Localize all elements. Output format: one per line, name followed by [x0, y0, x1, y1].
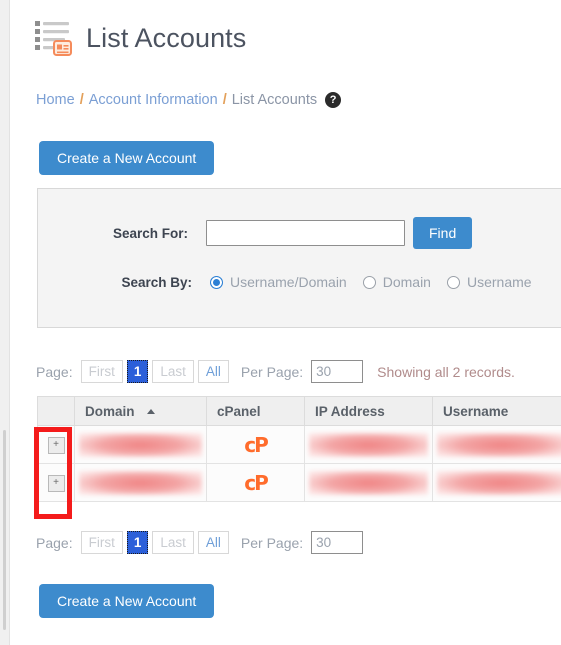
cell-expand[interactable]: + [37, 425, 75, 464]
column-header-domain-label: Domain [85, 403, 135, 419]
search-for-row: Search For: Find [92, 217, 473, 249]
table-row: + cP [37, 463, 561, 502]
redacted-value [79, 470, 202, 495]
redacted-value [437, 432, 561, 457]
column-header-username[interactable]: Username [432, 396, 561, 426]
per-page-label: Per Page: [240, 534, 304, 551]
table-header-row: Domain cPanel IP Address Username [37, 396, 561, 426]
cell-ip-address [304, 425, 433, 464]
column-header-domain[interactable]: Domain [74, 396, 207, 426]
page-label: Page: [36, 534, 73, 551]
cell-username [432, 425, 561, 464]
cell-expand[interactable]: + [37, 463, 75, 502]
radio-label: Domain [382, 274, 431, 290]
list-accounts-icon [34, 18, 72, 58]
radio-option-username-domain[interactable]: Username/Domain [210, 274, 347, 290]
cell-cpanel[interactable]: cP [206, 425, 305, 464]
redacted-value [437, 470, 561, 495]
pagination-top: Page: First 1 Last All Per Page: Showing… [36, 360, 515, 383]
create-new-account-button-top[interactable]: Create a New Account [39, 141, 215, 175]
create-new-account-button-bottom[interactable]: Create a New Account [39, 584, 215, 618]
breadcrumb-separator: / [79, 92, 84, 108]
column-header-ip-address[interactable]: IP Address [304, 396, 433, 426]
breadcrumb-item-list-accounts: List Accounts [231, 92, 318, 108]
column-header-expand [37, 396, 75, 426]
left-scroll-gutter [0, 0, 9, 645]
radio-button-icon[interactable] [446, 275, 460, 289]
list-accounts-page: List Accounts Home / Account Information… [9, 0, 561, 645]
pagination-bottom: Page: First 1 Last All Per Page: [36, 531, 364, 554]
search-for-label: Search For: [112, 225, 188, 241]
search-by-row: Search By: Username/Domain Domain Userna… [96, 274, 548, 290]
expand-row-icon[interactable]: + [47, 474, 65, 492]
search-by-label: Search By: [121, 274, 192, 290]
breadcrumb-item-home[interactable]: Home [36, 92, 75, 108]
page-all-button[interactable]: All [197, 531, 229, 554]
redacted-value [309, 432, 428, 457]
page-title: List Accounts [86, 22, 247, 53]
help-icon[interactable]: ? [325, 92, 342, 108]
sort-ascending-icon [146, 409, 155, 415]
find-button[interactable]: Find [413, 217, 473, 249]
breadcrumb: Home / Account Information / List Accoun… [36, 92, 342, 108]
redacted-value [79, 432, 202, 457]
page-current-button[interactable]: 1 [126, 531, 149, 554]
cpanel-logo-icon[interactable]: cP [244, 433, 268, 457]
page-all-button[interactable]: All [197, 360, 229, 383]
radio-option-domain[interactable]: Domain [362, 274, 431, 290]
breadcrumb-separator: / [222, 92, 227, 108]
radio-option-username[interactable]: Username [446, 274, 532, 290]
cell-domain [74, 425, 207, 464]
cell-username [432, 463, 561, 502]
redacted-value [309, 470, 428, 495]
accounts-table: Domain cPanel IP Address Username + cP +… [37, 396, 561, 502]
cpanel-logo-icon[interactable]: cP [244, 471, 268, 495]
radio-button-icon[interactable] [362, 275, 376, 289]
per-page-input[interactable] [311, 360, 364, 383]
radio-button-icon[interactable] [210, 275, 223, 289]
table-row: + cP [37, 425, 561, 464]
radio-label: Username/Domain [230, 274, 347, 290]
page-current-button[interactable]: 1 [126, 360, 149, 383]
cell-domain [74, 463, 207, 502]
radio-label: Username [466, 274, 532, 290]
page-last-button[interactable]: Last [152, 531, 194, 554]
breadcrumb-item-account-information[interactable]: Account Information [89, 92, 218, 108]
cell-ip-address [304, 463, 433, 502]
page-first-button[interactable]: First [80, 360, 123, 383]
cell-cpanel[interactable]: cP [206, 463, 305, 502]
page-label: Page: [36, 363, 73, 380]
page-first-button[interactable]: First [80, 531, 123, 554]
per-page-label: Per Page: [240, 363, 304, 380]
search-input[interactable] [206, 220, 405, 246]
column-header-cpanel[interactable]: cPanel [206, 396, 305, 426]
per-page-input[interactable] [311, 531, 364, 554]
search-panel: Search For: Find Search By: Username/Dom… [37, 188, 561, 328]
expand-row-icon[interactable]: + [47, 436, 65, 454]
records-count-text: Showing all 2 records. [377, 363, 515, 380]
page-last-button[interactable]: Last [152, 360, 194, 383]
vertical-scrollbar-thumb[interactable] [3, 430, 6, 630]
page-header: List Accounts [34, 18, 246, 58]
